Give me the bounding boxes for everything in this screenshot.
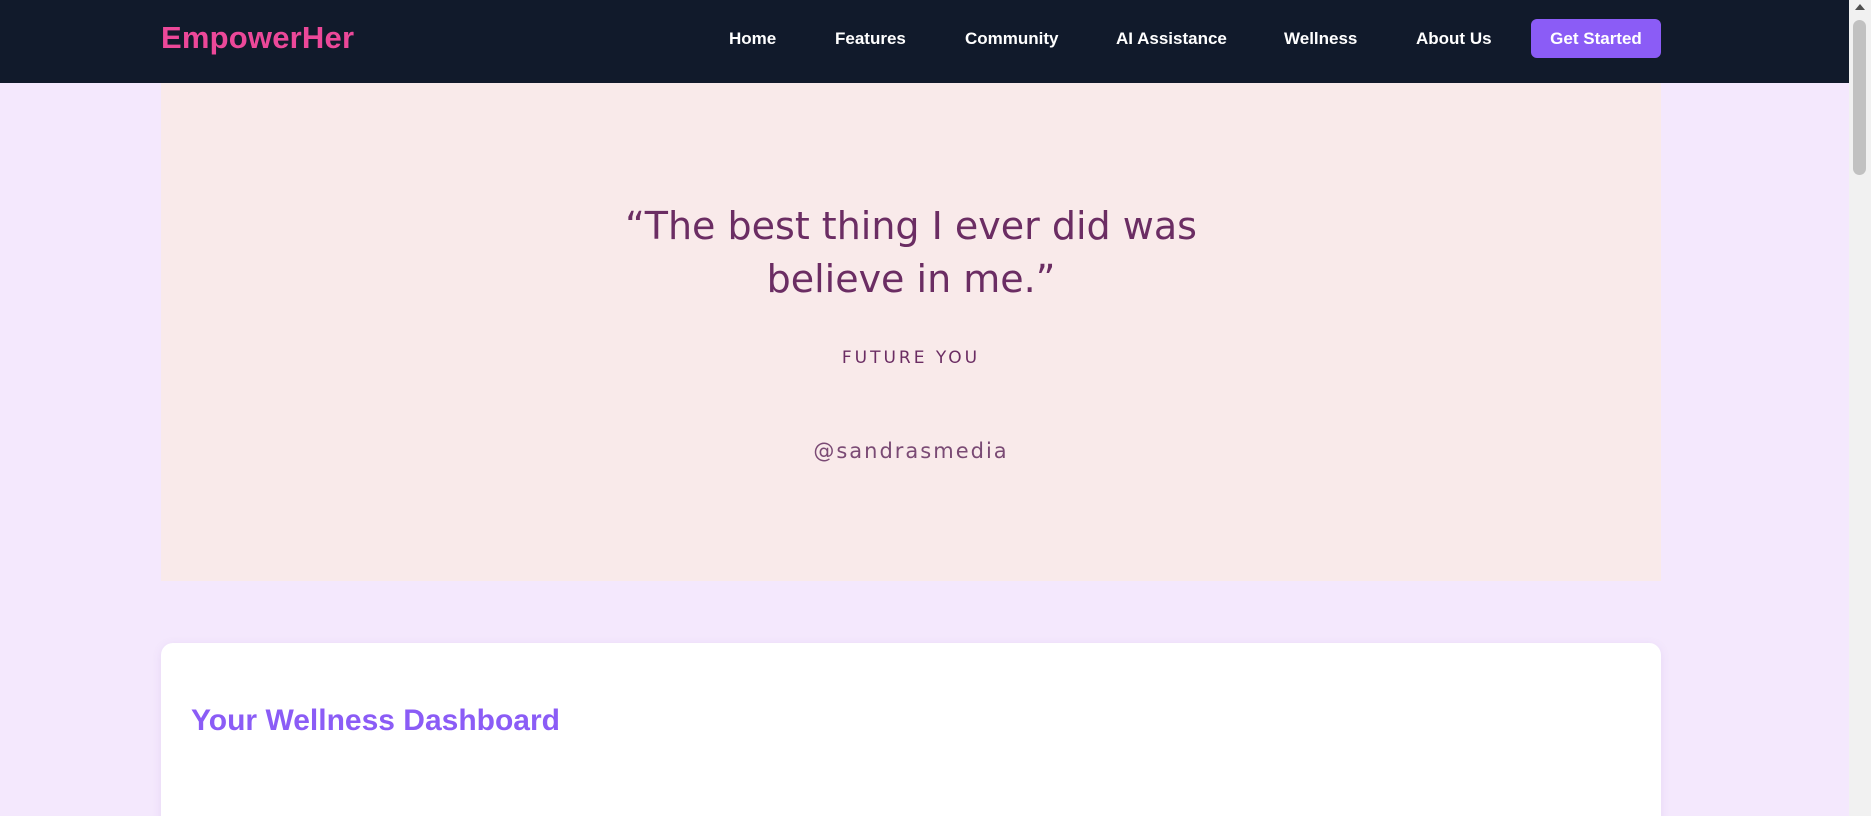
- nav-link-community[interactable]: Community: [965, 29, 1059, 49]
- quote-text: “The best thing I ever did was believe i…: [161, 200, 1661, 306]
- quote-handle: @sandrasmedia: [813, 439, 1009, 463]
- nav-link-ai-assistance[interactable]: AI Assistance: [1116, 29, 1227, 49]
- get-started-button[interactable]: Get Started: [1531, 19, 1661, 58]
- navbar: EmpowerHer Home Features Community AI As…: [0, 0, 1849, 83]
- quote-line-1: “The best thing I ever did was: [625, 204, 1197, 248]
- nav-link-about-us[interactable]: About Us: [1416, 29, 1492, 49]
- nav-link-home[interactable]: Home: [729, 29, 776, 49]
- quote-author: FUTURE YOU: [841, 348, 981, 368]
- nav-link-wellness[interactable]: Wellness: [1284, 29, 1357, 49]
- wellness-dashboard-card: Your Wellness Dashboard: [161, 643, 1661, 816]
- page: EmpowerHer Home Features Community AI As…: [0, 0, 1871, 816]
- dashboard-title: Your Wellness Dashboard: [191, 704, 560, 737]
- scroll-thumb[interactable]: [1853, 20, 1866, 175]
- quote-banner: “The best thing I ever did was believe i…: [161, 83, 1661, 581]
- nav-link-features[interactable]: Features: [835, 29, 906, 49]
- vertical-scrollbar[interactable]: [1849, 0, 1871, 816]
- quote-line-2: believe in me.”: [766, 257, 1056, 301]
- scroll-up-arrow-icon[interactable]: [1855, 4, 1865, 10]
